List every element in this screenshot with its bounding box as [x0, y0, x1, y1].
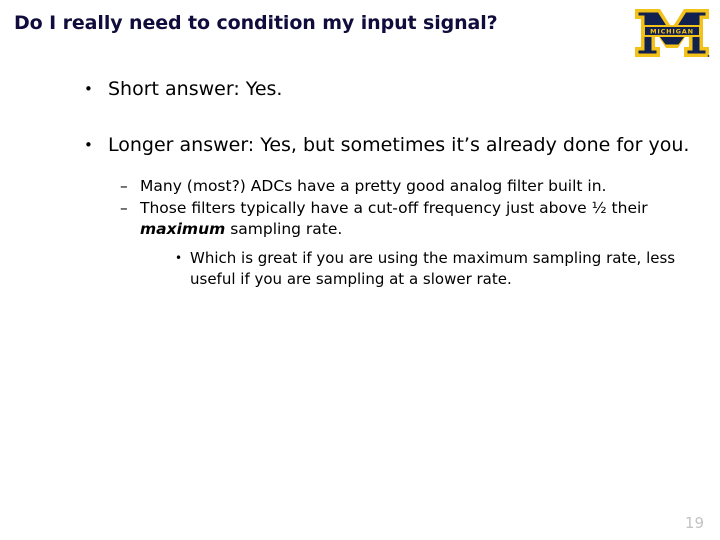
presentation-slide: Do I really need to condition my input s…	[0, 0, 720, 540]
bullet-marker: –	[120, 199, 128, 217]
bullet-marker: –	[120, 177, 128, 195]
logo-wordmark: MICHIGAN	[650, 28, 694, 36]
slide-body: • Short answer: Yes. • Longer answer: Ye…	[0, 76, 720, 291]
title-bar: Do I really need to condition my input s…	[14, 11, 614, 35]
bullet-level3-item: • Which is great if you are using the ma…	[0, 248, 720, 290]
bullet-level2-item: – Those filters typically have a cut-off…	[0, 198, 720, 240]
university-of-michigan-block-m-logo: MICHIGAN	[632, 6, 712, 60]
bullet-level2-item: – Many (most?) ADCs have a pretty good a…	[0, 176, 720, 197]
bullet-text-before: Those filters typically have a cut-off f…	[140, 199, 648, 217]
bullet-text: Those filters typically have a cut-off f…	[140, 199, 648, 238]
page-title: Do I really need to condition my input s…	[14, 12, 498, 34]
bullet-text-after: sampling rate.	[225, 220, 343, 238]
bullet-level1-item: • Longer answer: Yes, but sometimes it’s…	[0, 132, 720, 158]
bullet-text: Which is great if you are using the maxi…	[190, 249, 676, 288]
bullet-marker: •	[175, 251, 183, 265]
bullet-text: Short answer: Yes.	[108, 78, 283, 100]
page-number: 19	[684, 514, 704, 532]
bullet-text-emphasis: maximum	[140, 220, 226, 238]
bullet-text: Many (most?) ADCs have a pretty good ana…	[140, 177, 607, 195]
bullet-marker: •	[84, 80, 93, 98]
bullet-level1-item: • Short answer: Yes.	[0, 76, 720, 102]
bullet-text: Longer answer: Yes, but sometimes it’s a…	[108, 134, 690, 156]
bullet-marker: •	[84, 136, 93, 154]
